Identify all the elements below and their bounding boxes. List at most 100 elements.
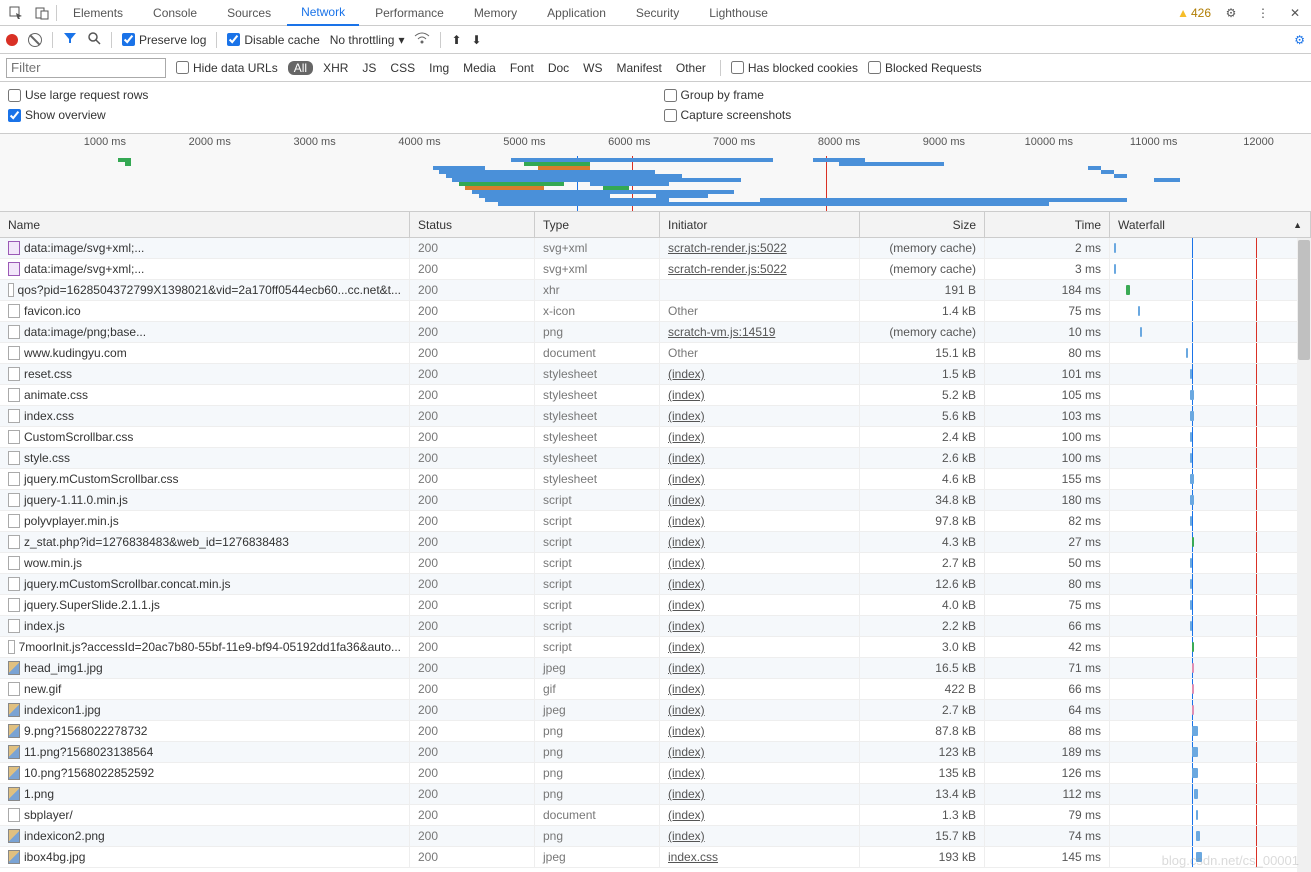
header-size[interactable]: Size <box>860 212 985 237</box>
table-row[interactable]: data:image/png;base...200pngscratch-vm.j… <box>0 322 1311 343</box>
initiator-link[interactable]: (index) <box>668 745 705 759</box>
table-row[interactable]: indexicon2.png200png(index)15.7 kB74 ms <box>0 826 1311 847</box>
initiator-link[interactable]: (index) <box>668 388 705 402</box>
initiator-link[interactable]: (index) <box>668 766 705 780</box>
filter-icon[interactable] <box>63 31 77 48</box>
initiator-link[interactable]: (index) <box>668 535 705 549</box>
initiator-link[interactable]: (index) <box>668 703 705 717</box>
initiator-link[interactable]: (index) <box>668 598 705 612</box>
table-row[interactable]: z_stat.php?id=1276838483&web_id=12768384… <box>0 532 1311 553</box>
table-row[interactable]: CustomScrollbar.css200stylesheet(index)2… <box>0 427 1311 448</box>
tab-performance[interactable]: Performance <box>361 0 458 26</box>
initiator-link[interactable]: (index) <box>668 556 705 570</box>
header-time[interactable]: Time <box>985 212 1110 237</box>
type-chip-other[interactable]: Other <box>672 61 710 75</box>
table-row[interactable]: favicon.ico200x-iconOther1.4 kB75 ms <box>0 301 1311 322</box>
device-toggle-icon[interactable] <box>30 1 54 25</box>
table-row[interactable]: index.js200script(index)2.2 kB66 ms <box>0 616 1311 637</box>
group-by-frame-checkbox[interactable]: Group by frame <box>664 88 1304 102</box>
type-chip-font[interactable]: Font <box>506 61 538 75</box>
table-row[interactable]: sbplayer/200document(index)1.3 kB79 ms <box>0 805 1311 826</box>
show-overview-checkbox[interactable]: Show overview <box>8 108 648 122</box>
tab-network[interactable]: Network <box>287 0 359 26</box>
table-row[interactable]: polyvplayer.min.js200script(index)97.8 k… <box>0 511 1311 532</box>
table-row[interactable]: data:image/svg+xml;...200svg+xmlscratch-… <box>0 259 1311 280</box>
table-row[interactable]: www.kudingyu.com200documentOther15.1 kB8… <box>0 343 1311 364</box>
settings-icon[interactable]: ⚙ <box>1219 1 1243 25</box>
network-settings-icon[interactable]: ⚙ <box>1294 33 1305 47</box>
type-chip-ws[interactable]: WS <box>579 61 606 75</box>
timeline-overview[interactable]: 1000 ms2000 ms3000 ms4000 ms5000 ms6000 … <box>0 134 1311 212</box>
tab-application[interactable]: Application <box>533 0 620 26</box>
table-row[interactable]: 7moorInit.js?accessId=20ac7b80-55bf-11e9… <box>0 637 1311 658</box>
disable-cache-checkbox[interactable]: Disable cache <box>227 33 319 47</box>
type-chip-xhr[interactable]: XHR <box>319 61 352 75</box>
table-row[interactable]: reset.css200stylesheet(index)1.5 kB101 m… <box>0 364 1311 385</box>
initiator-link[interactable]: (index) <box>668 829 705 843</box>
initiator-link[interactable]: (index) <box>668 493 705 507</box>
initiator-link[interactable]: (index) <box>668 682 705 696</box>
table-row[interactable]: data:image/svg+xml;...200svg+xmlscratch-… <box>0 238 1311 259</box>
table-row[interactable]: indexicon1.jpg200jpeg(index)2.7 kB64 ms <box>0 700 1311 721</box>
table-row[interactable]: 10.png?1568022852592200png(index)135 kB1… <box>0 763 1311 784</box>
tab-security[interactable]: Security <box>622 0 693 26</box>
initiator-link[interactable]: (index) <box>668 409 705 423</box>
capture-screenshots-checkbox[interactable]: Capture screenshots <box>664 108 1304 122</box>
table-row[interactable]: animate.css200stylesheet(index)5.2 kB105… <box>0 385 1311 406</box>
initiator-link[interactable]: (index) <box>668 472 705 486</box>
initiator-link[interactable]: (index) <box>668 430 705 444</box>
header-type[interactable]: Type <box>535 212 660 237</box>
table-row[interactable]: ibox4bg.jpg200jpegindex.css193 kB145 ms <box>0 847 1311 868</box>
type-chip-img[interactable]: Img <box>425 61 453 75</box>
filter-input[interactable] <box>6 58 166 78</box>
table-row[interactable]: jquery-1.11.0.min.js200script(index)34.8… <box>0 490 1311 511</box>
initiator-link[interactable]: (index) <box>668 787 705 801</box>
tab-console[interactable]: Console <box>139 0 211 26</box>
table-row[interactable]: qos?pid=1628504372799X1398021&vid=2a170f… <box>0 280 1311 301</box>
header-waterfall[interactable]: Waterfall▲ <box>1110 212 1311 237</box>
initiator-link[interactable]: (index) <box>668 619 705 633</box>
table-row[interactable]: new.gif200gif(index)422 B66 ms <box>0 679 1311 700</box>
type-chip-js[interactable]: JS <box>358 61 380 75</box>
initiator-link[interactable]: (index) <box>668 724 705 738</box>
initiator-link[interactable]: (index) <box>668 451 705 465</box>
table-row[interactable]: wow.min.js200script(index)2.7 kB50 ms <box>0 553 1311 574</box>
more-icon[interactable]: ⋮ <box>1251 1 1275 25</box>
initiator-link[interactable]: scratch-render.js:5022 <box>668 241 787 255</box>
table-row[interactable]: style.css200stylesheet(index)2.6 kB100 m… <box>0 448 1311 469</box>
close-icon[interactable]: ✕ <box>1283 1 1307 25</box>
download-har-icon[interactable]: ⬇ <box>472 33 482 47</box>
header-status[interactable]: Status <box>410 212 535 237</box>
type-chip-all[interactable]: All <box>288 61 313 75</box>
table-row[interactable]: jquery.mCustomScrollbar.css200stylesheet… <box>0 469 1311 490</box>
tab-sources[interactable]: Sources <box>213 0 285 26</box>
initiator-link[interactable]: (index) <box>668 640 705 654</box>
upload-har-icon[interactable]: ⬆ <box>451 33 461 47</box>
table-row[interactable]: head_img1.jpg200jpeg(index)16.5 kB71 ms <box>0 658 1311 679</box>
scrollbar[interactable] <box>1297 238 1311 872</box>
tab-lighthouse[interactable]: Lighthouse <box>695 0 782 26</box>
type-chip-doc[interactable]: Doc <box>544 61 573 75</box>
type-chip-media[interactable]: Media <box>459 61 500 75</box>
preserve-log-checkbox[interactable]: Preserve log <box>122 33 206 47</box>
initiator-link[interactable]: (index) <box>668 808 705 822</box>
wifi-icon[interactable] <box>414 32 430 47</box>
warning-badge[interactable]: ▲426 <box>1177 6 1211 20</box>
header-name[interactable]: Name <box>0 212 410 237</box>
hide-data-urls-checkbox[interactable]: Hide data URLs <box>176 61 278 75</box>
initiator-link[interactable]: index.css <box>668 850 718 864</box>
large-rows-checkbox[interactable]: Use large request rows <box>8 88 648 102</box>
initiator-link[interactable]: scratch-render.js:5022 <box>668 262 787 276</box>
has-blocked-cookies-checkbox[interactable]: Has blocked cookies <box>731 61 858 75</box>
table-row[interactable]: 11.png?1568023138564200png(index)123 kB1… <box>0 742 1311 763</box>
tab-elements[interactable]: Elements <box>59 0 137 26</box>
initiator-link[interactable]: (index) <box>668 367 705 381</box>
table-row[interactable]: 1.png200png(index)13.4 kB112 ms <box>0 784 1311 805</box>
table-row[interactable]: index.css200stylesheet(index)5.6 kB103 m… <box>0 406 1311 427</box>
header-initiator[interactable]: Initiator <box>660 212 860 237</box>
search-icon[interactable] <box>87 31 101 48</box>
blocked-requests-checkbox[interactable]: Blocked Requests <box>868 61 982 75</box>
initiator-link[interactable]: (index) <box>668 577 705 591</box>
select-element-icon[interactable] <box>4 1 28 25</box>
clear-button[interactable] <box>28 33 42 47</box>
